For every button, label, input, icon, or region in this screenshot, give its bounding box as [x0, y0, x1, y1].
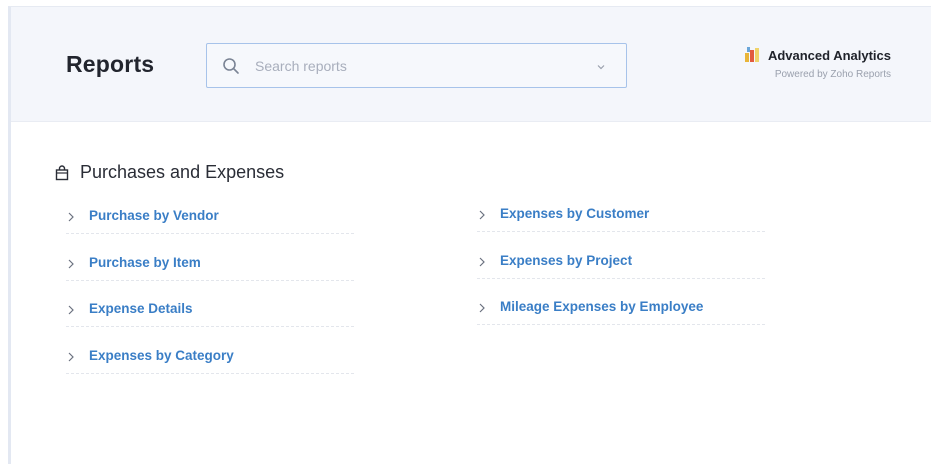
advanced-analytics-title[interactable]: Advanced Analytics — [768, 48, 891, 63]
section-header: Purchases and Expenses — [54, 162, 284, 183]
chevron-right-icon — [68, 352, 74, 362]
chevron-right-icon — [68, 305, 74, 315]
report-link-label[interactable]: Expenses by Customer — [500, 206, 649, 221]
report-link-label[interactable]: Expenses by Project — [500, 253, 632, 268]
chevron-right-icon — [68, 212, 74, 222]
page-title: Reports — [66, 51, 155, 77]
chevron-down-icon[interactable] — [595, 61, 607, 73]
report-link-label[interactable]: Purchase by Item — [89, 255, 201, 270]
analytics-logo-icon — [744, 47, 759, 62]
report-link-expense-details[interactable]: Expense Details — [66, 296, 354, 327]
report-link-label[interactable]: Expenses by Category — [89, 348, 234, 363]
report-link-purchase-by-item[interactable]: Purchase by Item — [66, 250, 354, 281]
report-link-label[interactable]: Purchase by Vendor — [89, 208, 219, 223]
report-link-expenses-by-project[interactable]: Expenses by Project — [477, 248, 765, 279]
chevron-right-icon — [68, 259, 74, 269]
report-link-expenses-by-category[interactable]: Expenses by Category — [66, 343, 354, 374]
report-link-mileage-expenses-by-employee[interactable]: Mileage Expenses by Employee — [477, 294, 765, 325]
section-title: Purchases and Expenses — [80, 162, 285, 182]
report-link-label[interactable]: Expense Details — [89, 301, 193, 316]
reports-page: Reports Advanced Analytics Powe — [8, 6, 931, 464]
report-link-label[interactable]: Mileage Expenses by Employee — [500, 299, 703, 314]
reports-header: Reports Advanced Analytics Powe — [11, 7, 931, 122]
report-link-purchase-by-vendor[interactable]: Purchase by Vendor — [66, 203, 354, 234]
search-input[interactable] — [255, 55, 565, 77]
shopping-bag-icon — [55, 164, 69, 180]
advanced-analytics-subtitle: Powered by Zoho Reports — [774, 69, 891, 80]
search-box[interactable] — [206, 43, 627, 88]
chevron-right-icon — [479, 257, 485, 267]
chevron-right-icon — [479, 210, 485, 220]
search-icon — [223, 58, 239, 74]
report-link-expenses-by-customer[interactable]: Expenses by Customer — [477, 201, 765, 232]
advanced-analytics[interactable]: Advanced Analytics Powered by Zoho Repor… — [744, 47, 891, 80]
chevron-right-icon — [479, 303, 485, 313]
